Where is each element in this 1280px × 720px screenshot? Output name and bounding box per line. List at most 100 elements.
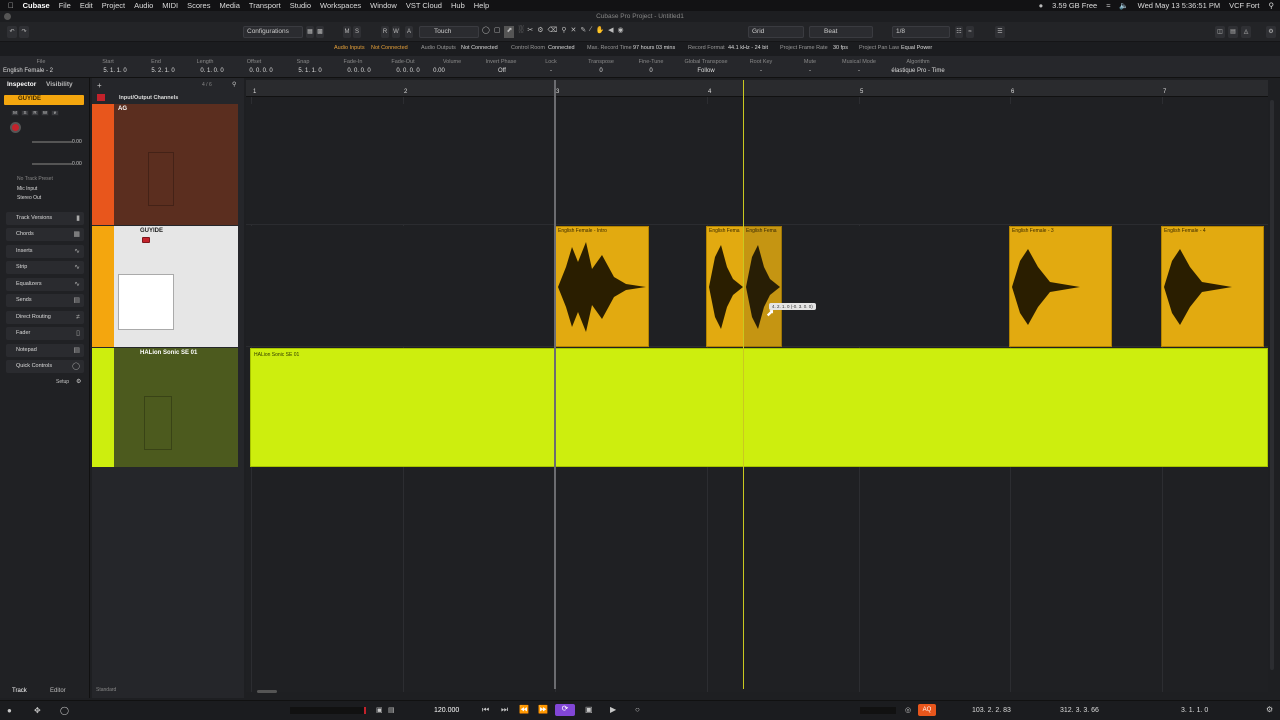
write-button[interactable]: W <box>392 26 400 38</box>
info-snap-value[interactable]: 5. 1. 1. 0 <box>298 68 321 74</box>
redo-icon[interactable]: ↷ <box>19 26 29 38</box>
setup-button[interactable]: Setup <box>56 379 69 385</box>
info-lock-value[interactable]: - <box>550 68 552 74</box>
info-file-value[interactable]: English Female - 2 <box>3 68 53 74</box>
audio-outputs-status[interactable]: Not Connected <box>461 45 498 51</box>
menu-vst-cloud[interactable]: VST Cloud <box>406 1 442 10</box>
inspector-read[interactable]: R <box>31 110 39 116</box>
record-status-icon[interactable]: ● <box>1039 1 1044 10</box>
menu-audio[interactable]: Audio <box>134 1 153 10</box>
audio-event[interactable]: English Fema <box>706 226 744 347</box>
info-finetune-value[interactable]: 0 <box>649 68 652 74</box>
track-header[interactable]: GUYIDE <box>114 226 238 347</box>
audio-event[interactable]: English Female - 3 <box>1009 226 1112 347</box>
forward-button[interactable]: ⏩ <box>538 705 548 714</box>
track-halion[interactable]: HALion Sonic SE 01 <box>92 348 238 467</box>
tab-editor[interactable]: Editor <box>50 688 66 694</box>
track-record-button[interactable] <box>142 237 150 243</box>
wifi-icon[interactable]: ≈ <box>1106 1 1110 10</box>
menu-studio[interactable]: Studio <box>290 1 311 10</box>
info-start-value[interactable]: 5. 1. 1. 0 <box>103 68 126 74</box>
tempo-value[interactable]: 120.000 <box>434 707 459 714</box>
user-name[interactable]: VCF Fort <box>1229 1 1259 10</box>
info-invert-phase-value[interactable]: Off <box>498 68 506 74</box>
lane-ag[interactable] <box>246 104 1268 225</box>
info-musical-mode-value[interactable]: - <box>858 68 860 74</box>
info-length-value[interactable]: 0. 1. 0. 0 <box>200 68 223 74</box>
vertical-scrollbar[interactable] <box>1270 100 1274 670</box>
automation-mode-select[interactable]: Touch <box>419 26 479 38</box>
window-layout-icon[interactable]: ▩ <box>316 26 324 38</box>
info-rootkey-value[interactable]: - <box>760 68 762 74</box>
mute-tool-icon[interactable]: ✕ <box>571 26 577 38</box>
hand-icon[interactable]: ✋ <box>595 26 604 38</box>
inspector-mute[interactable]: M <box>11 110 19 116</box>
solo-button[interactable]: S <box>353 26 361 38</box>
control-room-label[interactable]: Control Room <box>511 45 545 51</box>
control-room-status[interactable]: Connected <box>548 45 575 51</box>
iq-icon[interactable]: ≈ <box>966 26 974 38</box>
cycle-button[interactable]: ⟳ <box>555 704 575 716</box>
secondary-time-display[interactable]: 312. 3. 3. 66 <box>1060 707 1099 714</box>
autoquantize-button[interactable]: AQ <box>918 704 936 716</box>
inspector-track-header[interactable]: GUYIDE <box>4 95 84 105</box>
audio-event[interactable]: English Female - Intro <box>555 226 649 347</box>
close-window-icon[interactable] <box>4 13 11 20</box>
go-to-end-button[interactable]: ⏭ <box>501 705 508 715</box>
pointer-icon[interactable]: ⬈ <box>504 26 515 38</box>
info-algorithm-value[interactable]: élastique Pro - Time <box>891 68 944 74</box>
zoom-icon[interactable]: ⚲ <box>561 26 566 38</box>
pan-fader[interactable] <box>32 163 72 165</box>
grid-type-select[interactable]: Grid <box>748 26 804 38</box>
layout-icon[interactable]: ▦ <box>306 26 314 38</box>
layout-left-icon[interactable]: ◫ <box>1215 26 1225 38</box>
apple-icon[interactable]:  <box>8 1 14 10</box>
info-global-transpose-value[interactable]: Follow <box>697 68 714 74</box>
undo-icon[interactable]: ↶ <box>7 26 17 38</box>
audio-inputs-label[interactable]: Audio Inputs <box>334 45 365 51</box>
rewind-button[interactable]: ⏪ <box>519 705 529 714</box>
section-strip[interactable]: Strip ∿ <box>6 261 84 274</box>
color-icon[interactable]: ◉ <box>618 26 624 38</box>
info-mute-value[interactable]: - <box>809 68 811 74</box>
info-offset-value[interactable]: 0. 0. 0. 0 <box>249 68 272 74</box>
track-preset[interactable]: No Track Preset <box>17 176 53 182</box>
track-name[interactable]: AG <box>118 106 127 112</box>
menu-icon[interactable]: ☰ <box>995 26 1005 38</box>
menu-help[interactable]: Help <box>474 1 489 10</box>
audio-outputs-label[interactable]: Audio Outputs <box>421 45 456 51</box>
audio-event[interactable]: English Female - 4 <box>1161 226 1264 347</box>
range-icon[interactable]: ░ <box>518 26 523 38</box>
pan-value[interactable]: 0.00 <box>72 161 82 167</box>
transport-metronome-icon[interactable]: ◯ <box>60 706 69 715</box>
section-track-versions[interactable]: Track Versions ▮ <box>6 212 84 225</box>
menu-file[interactable]: File <box>59 1 71 10</box>
section-chords[interactable]: Chords ▦ <box>6 228 84 241</box>
horizontal-scrollbar[interactable] <box>257 690 277 693</box>
setup-gear-icon[interactable]: ⚙ <box>76 378 81 385</box>
menu-hub[interactable]: Hub <box>451 1 465 10</box>
track-color-band[interactable] <box>92 226 114 347</box>
ruler[interactable]: 1 2 3 4 5 6 7 <box>246 80 1268 97</box>
section-inserts[interactable]: Inserts ∿ <box>6 245 84 258</box>
menu-transport[interactable]: Transport <box>249 1 281 10</box>
record-button[interactable]: ○ <box>635 705 640 714</box>
section-notepad[interactable]: Notepad ▤ <box>6 344 84 357</box>
inspector-write[interactable]: W <box>41 110 49 116</box>
cycle-icon[interactable]: ◯ <box>482 26 490 38</box>
pan-law-value[interactable]: Equal Power <box>901 45 932 51</box>
menu-midi[interactable]: MIDI <box>162 1 178 10</box>
mute-button[interactable]: M <box>343 26 351 38</box>
settings-icon[interactable]: ⚙ <box>1266 26 1276 38</box>
inspector-solo[interactable]: S <box>21 110 29 116</box>
search-icon[interactable]: ⚲ <box>1269 1 1275 10</box>
menu-app[interactable]: Cubase <box>23 1 50 10</box>
a-button[interactable]: A <box>405 26 413 38</box>
right-time-display[interactable]: 3. 1. 1. 0 <box>1181 707 1208 714</box>
play-button[interactable]: ▶ <box>610 705 616 714</box>
info-end-value[interactable]: 5. 2. 1. 0 <box>151 68 174 74</box>
configurations-select[interactable]: Configurations <box>243 26 303 38</box>
volume-fader[interactable] <box>32 141 72 143</box>
section-direct-routing[interactable]: Direct Routing ≠ <box>6 311 84 324</box>
track-header[interactable]: AG <box>114 104 238 225</box>
